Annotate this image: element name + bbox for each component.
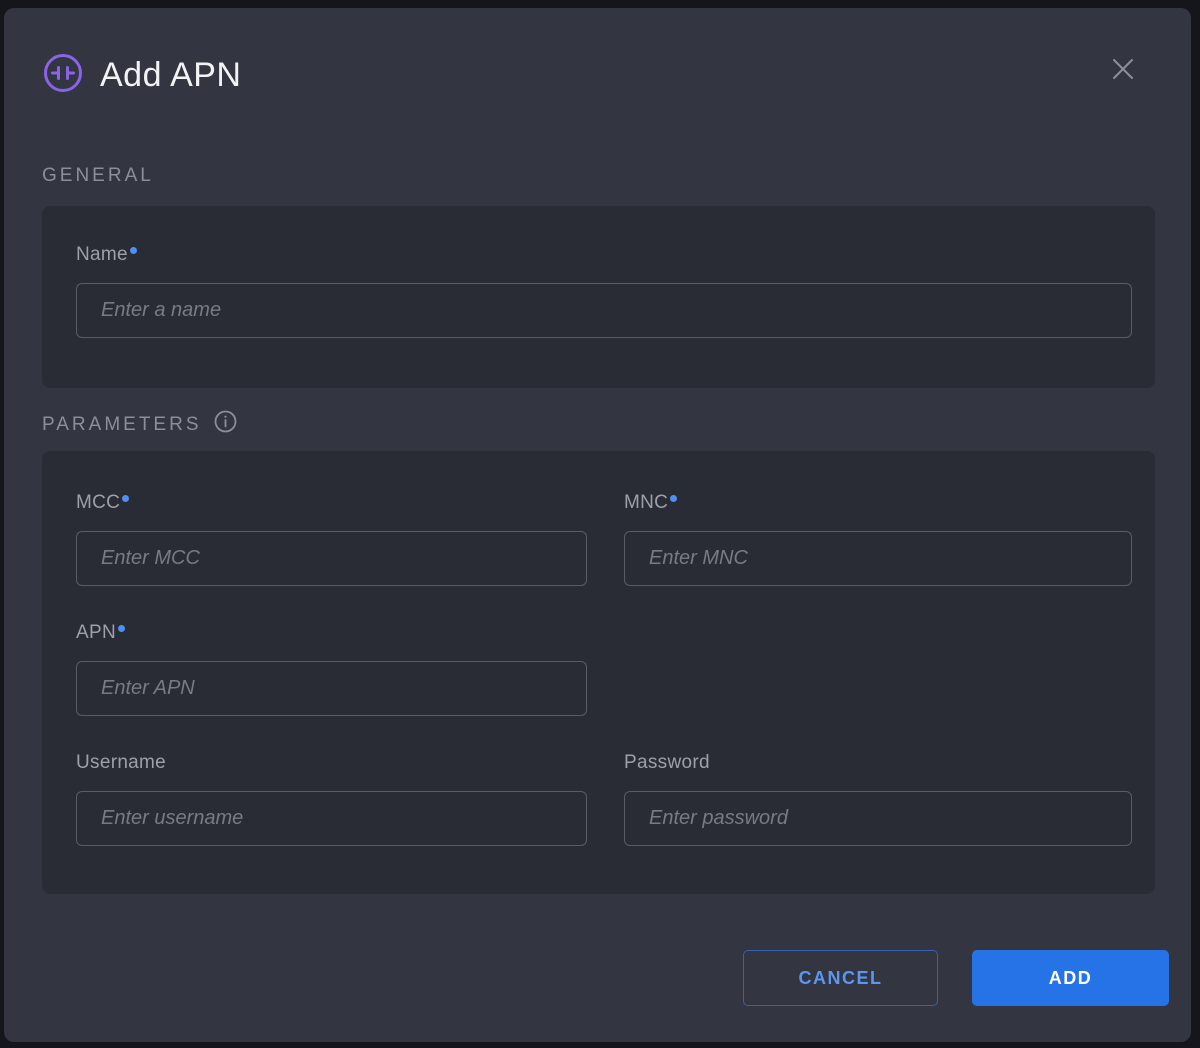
required-dot [130, 247, 137, 254]
mnc-input[interactable] [624, 531, 1132, 586]
add-apn-modal: Add APN GENERAL Name PARAMETERS [4, 8, 1191, 1042]
name-field-group: Name [76, 244, 1132, 338]
username-field-group: Username [76, 752, 587, 846]
apn-input[interactable] [76, 661, 587, 716]
mcc-input[interactable] [76, 531, 587, 586]
username-label: Username [76, 752, 166, 773]
general-section-header: GENERAL [42, 165, 154, 187]
general-section-label: GENERAL [42, 165, 154, 187]
info-icon[interactable] [214, 410, 237, 439]
close-button[interactable] [1103, 50, 1143, 90]
close-icon [1107, 53, 1139, 88]
name-label: Name [76, 244, 128, 265]
apn-label: APN [76, 622, 116, 643]
required-dot [118, 625, 125, 632]
required-dot [122, 495, 129, 502]
mcc-label: MCC [76, 492, 120, 513]
parameters-section-header: PARAMETERS [42, 410, 237, 439]
password-input[interactable] [624, 791, 1132, 846]
modal-title: Add APN [100, 56, 241, 95]
mnc-label: MNC [624, 492, 668, 513]
password-field-group: Password [624, 752, 1132, 846]
mcc-field-group: MCC [76, 492, 587, 586]
apn-connection-icon [42, 52, 84, 99]
apn-field-group: APN [76, 622, 587, 716]
cancel-button[interactable]: CANCEL [743, 950, 938, 1006]
required-dot [670, 495, 677, 502]
parameters-section-label: PARAMETERS [42, 414, 202, 436]
add-button[interactable]: ADD [972, 950, 1169, 1006]
username-input[interactable] [76, 791, 587, 846]
password-label: Password [624, 752, 710, 773]
mnc-field-group: MNC [624, 492, 1132, 586]
modal-header: Add APN [42, 52, 1161, 99]
name-input[interactable] [76, 283, 1132, 338]
